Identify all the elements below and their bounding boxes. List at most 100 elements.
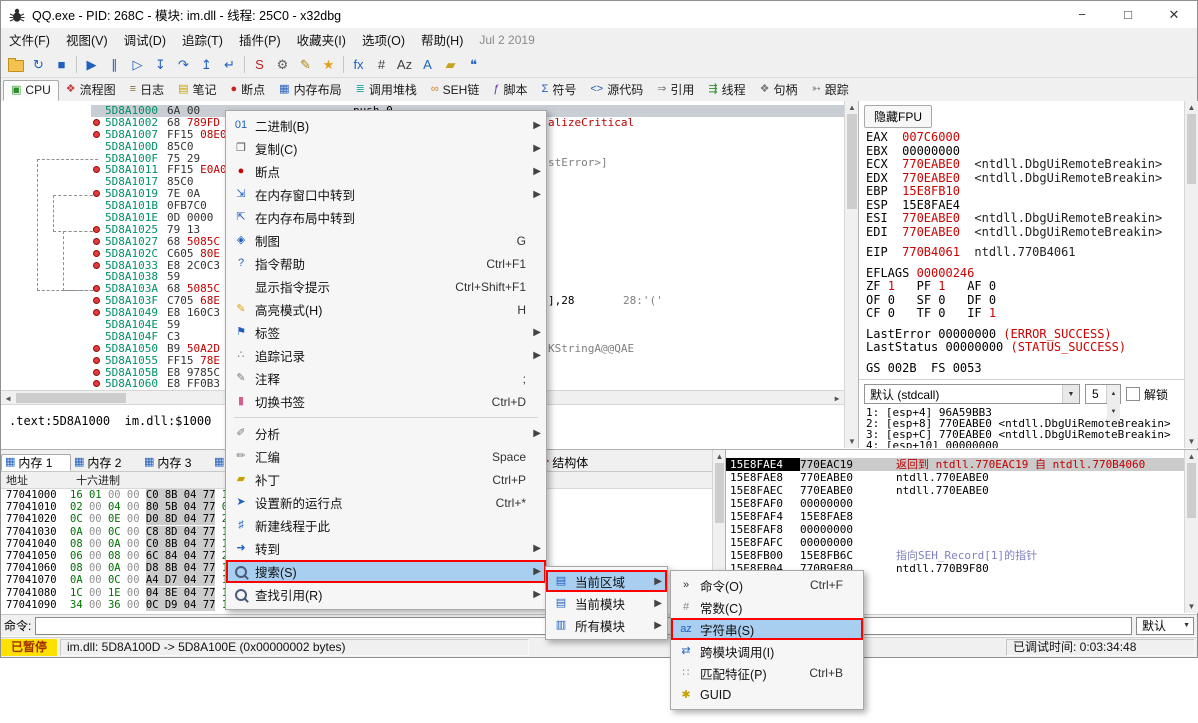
stepper-down-icon[interactable]: ▼	[1107, 403, 1120, 421]
menu-item-constant[interactable]: #常数(C)	[671, 596, 863, 618]
menu-item-all-modules[interactable]: ▥所有模块▶	[546, 614, 667, 636]
menu-item-create-new-thread[interactable]: ♯新建线程于此	[226, 514, 546, 537]
tab-seh[interactable]: ∞SEH链	[424, 79, 487, 101]
argument-count-stepper[interactable]: 5 ▲▼	[1085, 384, 1121, 404]
menu-item-binary[interactable]: 01二进制(B)▶	[226, 114, 546, 137]
menu-item-current-module[interactable]: ▤当前模块▶	[546, 592, 667, 614]
title-bar[interactable]: QQ.exe - PID: 268C - 模块: im.dll - 线程: 25…	[1, 1, 1197, 28]
stack-row[interactable]: 15E8FAF415E8FAE8	[726, 510, 1184, 523]
breakpoint-dot[interactable]	[93, 250, 100, 257]
scrollbar-thumb[interactable]	[16, 393, 126, 403]
stack-row[interactable]: 15E8FB0015E8FB6C指向SEH_Record[1]的指针	[726, 549, 1184, 562]
stop-icon[interactable]: ■	[50, 53, 73, 75]
stack-row[interactable]: 15E8FAE4770EAC19返回到 ntdll.770EAC19 自 ntd…	[726, 458, 1184, 471]
breakpoint-dot[interactable]	[93, 297, 100, 304]
stack-row[interactable]: 15E8FAEC770EABE0ntdll.770EABE0	[726, 484, 1184, 497]
menu-item-follow-in-dump[interactable]: ⇲在内存窗口中转到▶	[226, 183, 546, 206]
restart-icon[interactable]: ↻	[27, 53, 50, 75]
stepper-buttons[interactable]: ▲▼	[1106, 385, 1120, 403]
breakpoint-dot[interactable]	[93, 119, 100, 126]
minimize-button[interactable]: −	[1059, 1, 1105, 28]
registers-pane[interactable]: 隐藏FPU EAX 007C6000EBX 00000000ECX 770EAB…	[858, 101, 1185, 448]
patch-icon[interactable]: ▰	[439, 53, 462, 75]
tab-threads[interactable]: ⇶线程	[701, 79, 752, 101]
breakpoint-dot[interactable]	[93, 131, 100, 138]
dump-tab-3[interactable]: ▦内存 3	[141, 454, 211, 471]
menu-item-goto[interactable]: ➜转到▶	[226, 537, 546, 560]
tab-log[interactable]: ≡日志	[123, 79, 171, 101]
run-trace-icon[interactable]: ▷	[126, 53, 149, 75]
tab-symbols[interactable]: Σ符号	[535, 79, 584, 101]
tab-source[interactable]: <>源代码	[583, 79, 650, 101]
pattern-hash-icon[interactable]: #	[370, 53, 393, 75]
step-into-icon[interactable]: ↧	[149, 53, 172, 75]
menu-item-follow-in-memory-map[interactable]: ⇱在内存布局中转到	[226, 206, 546, 229]
scroll-up-icon[interactable]: ▲	[1185, 450, 1198, 463]
dump-tab-1[interactable]: ▦内存 1	[1, 454, 71, 471]
scrollbar-thumb[interactable]	[1187, 114, 1196, 184]
menubar-item-6[interactable]: 选项(O)	[354, 30, 413, 49]
stack-row[interactable]: 15E8FAFC00000000	[726, 536, 1184, 549]
stepper-up-icon[interactable]: ▲	[1107, 385, 1120, 403]
scroll-up-icon[interactable]: ▲	[713, 450, 726, 463]
menubar-item-4[interactable]: 插件(P)	[231, 30, 289, 49]
appearance-icon[interactable]: ✎	[294, 53, 317, 75]
breakpoint-dot[interactable]	[93, 345, 100, 352]
breakpoint-dot[interactable]	[93, 226, 100, 233]
tab-notes[interactable]: ▤笔记	[171, 79, 223, 101]
breakpoint-dot[interactable]	[93, 238, 100, 245]
tab-references[interactable]: ⇒引用	[650, 79, 701, 101]
menu-item-patch[interactable]: ▰补丁Ctrl+P	[226, 468, 546, 491]
tab-cpu[interactable]: ▣CPU	[3, 80, 59, 101]
menubar-item-7[interactable]: 帮助(H)	[413, 30, 471, 49]
menu-item-guid[interactable]: ✱GUID	[671, 684, 863, 706]
stack-row[interactable]: 15E8FAF800000000	[726, 523, 1184, 536]
breakpoint-dot[interactable]	[93, 166, 100, 173]
dump-tab-8[interactable]: ✚结构体	[537, 454, 611, 471]
menu-item-copy[interactable]: ❐复制(C)▶	[226, 137, 546, 160]
tab-call-stack[interactable]: ≣调用堆栈	[349, 79, 424, 101]
menu-item-comment[interactable]: ✎注释;	[226, 367, 546, 390]
scylla-icon[interactable]: S	[248, 53, 271, 75]
breakpoint-dot[interactable]	[93, 357, 100, 364]
menu-item-breakpoint[interactable]: ●断点▶	[226, 160, 546, 183]
breakpoint-dot[interactable]	[93, 262, 100, 269]
favourites-star-icon[interactable]: ★	[317, 53, 340, 75]
menu-item-search[interactable]: 搜索(S)▶	[226, 560, 546, 583]
tab-handles[interactable]: ❖句柄	[753, 79, 805, 101]
menu-item-intermodular-calls[interactable]: ⇄跨模块调用(I)	[671, 640, 863, 662]
run-icon[interactable]: ▶	[80, 53, 103, 75]
scroll-left-icon[interactable]: ◀	[1, 394, 15, 403]
stack-row[interactable]: 15E8FAE8770EABE0ntdll.770EABE0	[726, 471, 1184, 484]
menu-item-command[interactable]: »命令(O)Ctrl+F	[671, 574, 863, 596]
scrollbar-thumb[interactable]	[1187, 463, 1196, 518]
menu-item-current-region[interactable]: ▤当前区域▶	[546, 570, 667, 592]
pause-icon[interactable]: ∥	[103, 53, 126, 75]
scrollbar-thumb[interactable]	[715, 463, 724, 523]
assembler-icon[interactable]: A	[416, 53, 439, 75]
execute-till-return-icon[interactable]: ↵	[218, 53, 241, 75]
menu-item-assemble[interactable]: ✏汇编Space	[226, 445, 546, 468]
preferences-gear-icon[interactable]: ⚙	[271, 53, 294, 75]
menubar-item-0[interactable]: 文件(F)	[1, 30, 58, 49]
disasm-vertical-scrollbar[interactable]: ▲ ▼	[844, 101, 859, 448]
open-file-icon[interactable]	[4, 53, 27, 75]
tab-graph[interactable]: ❖流程图	[59, 79, 123, 101]
command-mode-select[interactable]: 默认 ▼	[1136, 617, 1194, 635]
tab-memory-map[interactable]: ▦内存布局	[272, 79, 348, 101]
menu-item-toggle-bookmark[interactable]: ▮切换书签Ctrl+D	[226, 390, 546, 413]
registers-vertical-scrollbar[interactable]: ▲ ▼	[1184, 101, 1198, 448]
chevron-down-icon[interactable]: ▼	[1062, 385, 1079, 403]
menu-item-analysis[interactable]: ✐分析▶	[226, 422, 546, 445]
menubar-item-3[interactable]: 追踪(T)	[174, 30, 231, 49]
scroll-down-icon[interactable]: ▼	[845, 435, 859, 448]
menubar-item-1[interactable]: 视图(V)	[58, 30, 116, 49]
menu-item-instruction-help[interactable]: ?指令帮助Ctrl+F1	[226, 252, 546, 275]
menu-item-show-mnemonic-brief[interactable]: 显示指令提示Ctrl+Shift+F1	[226, 275, 546, 298]
breakpoint-dot[interactable]	[93, 380, 100, 387]
hide-fpu-button[interactable]: 隐藏FPU	[864, 105, 932, 128]
breakpoint-dot[interactable]	[93, 190, 100, 197]
unlock-checkbox[interactable]	[1126, 387, 1140, 401]
step-out-icon[interactable]: ↥	[195, 53, 218, 75]
breakpoint-dot[interactable]	[93, 369, 100, 376]
